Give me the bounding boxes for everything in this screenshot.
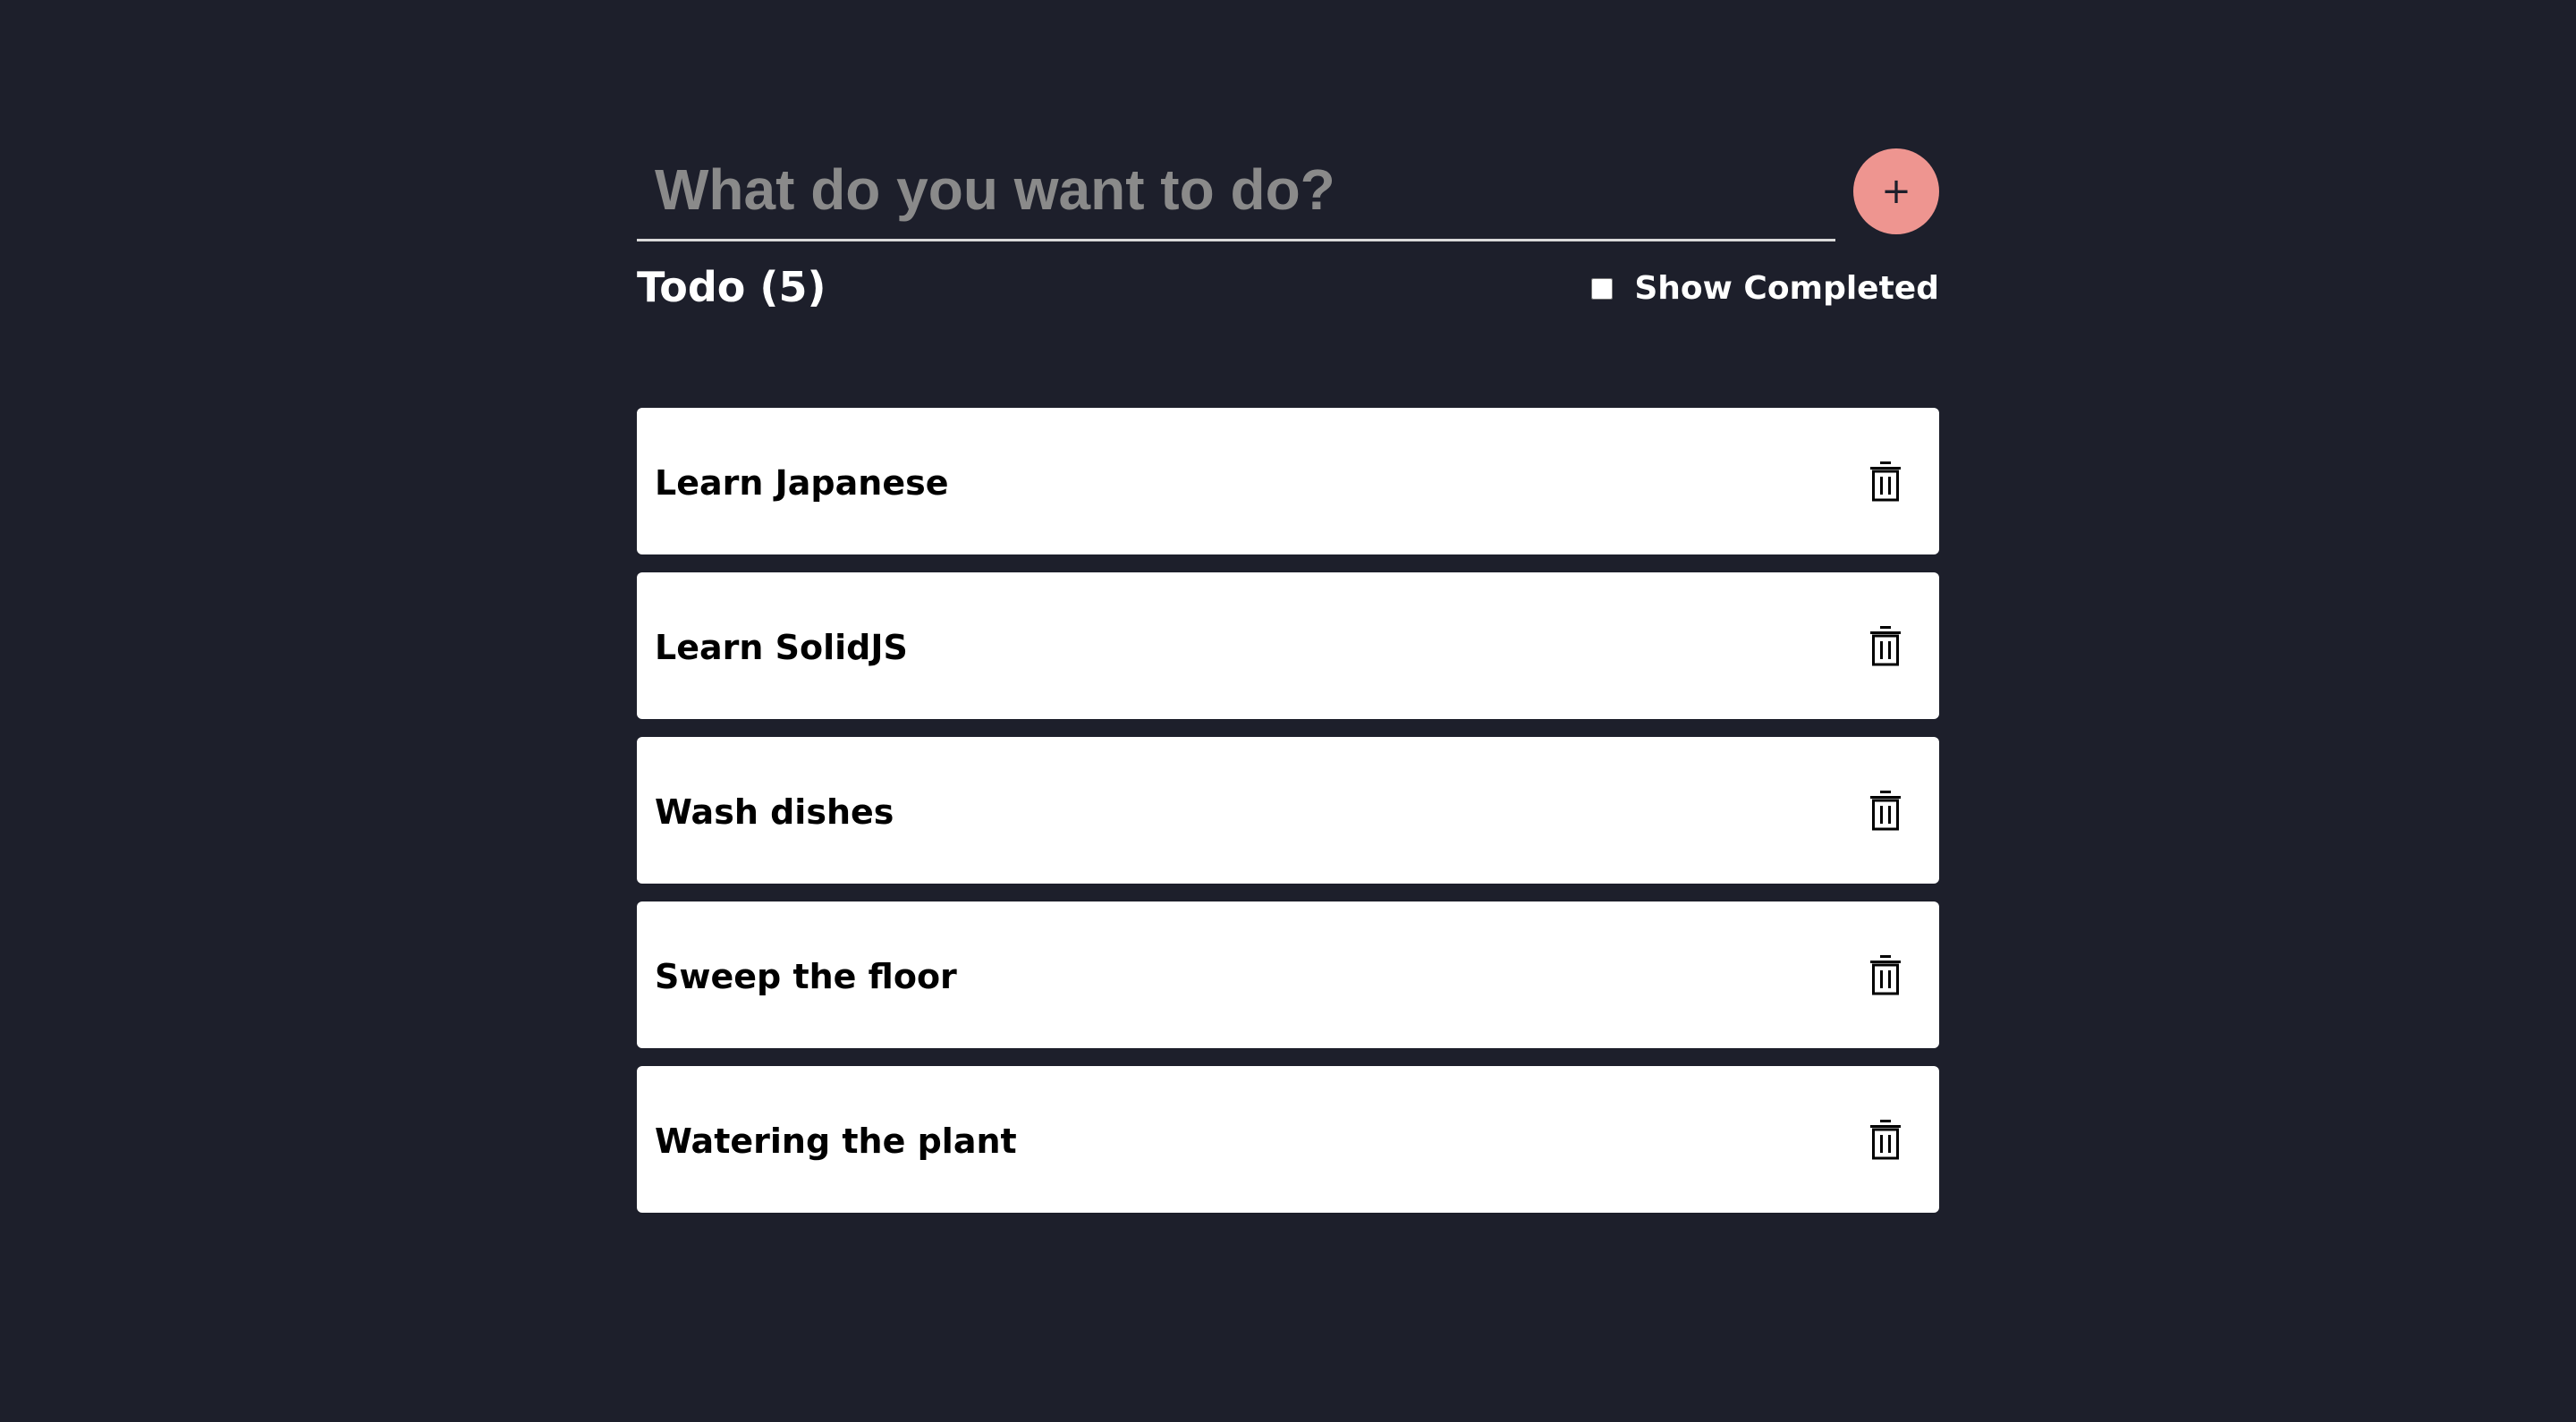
show-completed-toggle[interactable]: Show Completed: [1591, 270, 1939, 307]
delete-todo-button[interactable]: [1859, 619, 1912, 673]
todo-count-title: Todo (5): [637, 263, 826, 311]
todo-item[interactable]: Sweep the floor: [637, 901, 1939, 1048]
new-todo-row: +: [637, 148, 1939, 243]
delete-todo-button[interactable]: [1859, 948, 1912, 1002]
todo-item[interactable]: Wash dishes: [637, 737, 1939, 884]
todo-item[interactable]: Learn Japanese: [637, 408, 1939, 554]
todo-item[interactable]: Watering the plant: [637, 1066, 1939, 1213]
show-completed-label: Show Completed: [1634, 270, 1939, 307]
todo-item[interactable]: Learn SolidJS: [637, 572, 1939, 719]
trash-icon: [1870, 791, 1901, 831]
trash-icon: [1870, 955, 1901, 995]
trash-icon: [1870, 1120, 1901, 1160]
show-completed-checkbox[interactable]: [1591, 277, 1614, 300]
todo-item-text: Wash dishes: [655, 792, 894, 832]
add-todo-button[interactable]: +: [1853, 148, 1939, 234]
new-todo-input[interactable]: [637, 148, 1835, 241]
delete-todo-button[interactable]: [1859, 783, 1912, 837]
delete-todo-button[interactable]: [1859, 1113, 1912, 1166]
trash-icon: [1870, 461, 1901, 502]
todo-app: + Todo (5) Show Completed: [637, 148, 1939, 324]
todo-list: Learn Japanese Learn SolidJS Wash dishes: [637, 408, 1939, 1231]
todo-item-text: Learn Japanese: [655, 463, 949, 503]
todo-item-text: Watering the plant: [655, 1122, 1017, 1161]
todo-item-text: Sweep the floor: [655, 957, 957, 996]
trash-icon: [1870, 626, 1901, 666]
list-header: Todo (5) Show Completed: [637, 252, 1939, 324]
todo-item-text: Learn SolidJS: [655, 628, 908, 667]
delete-todo-button[interactable]: [1859, 454, 1912, 508]
